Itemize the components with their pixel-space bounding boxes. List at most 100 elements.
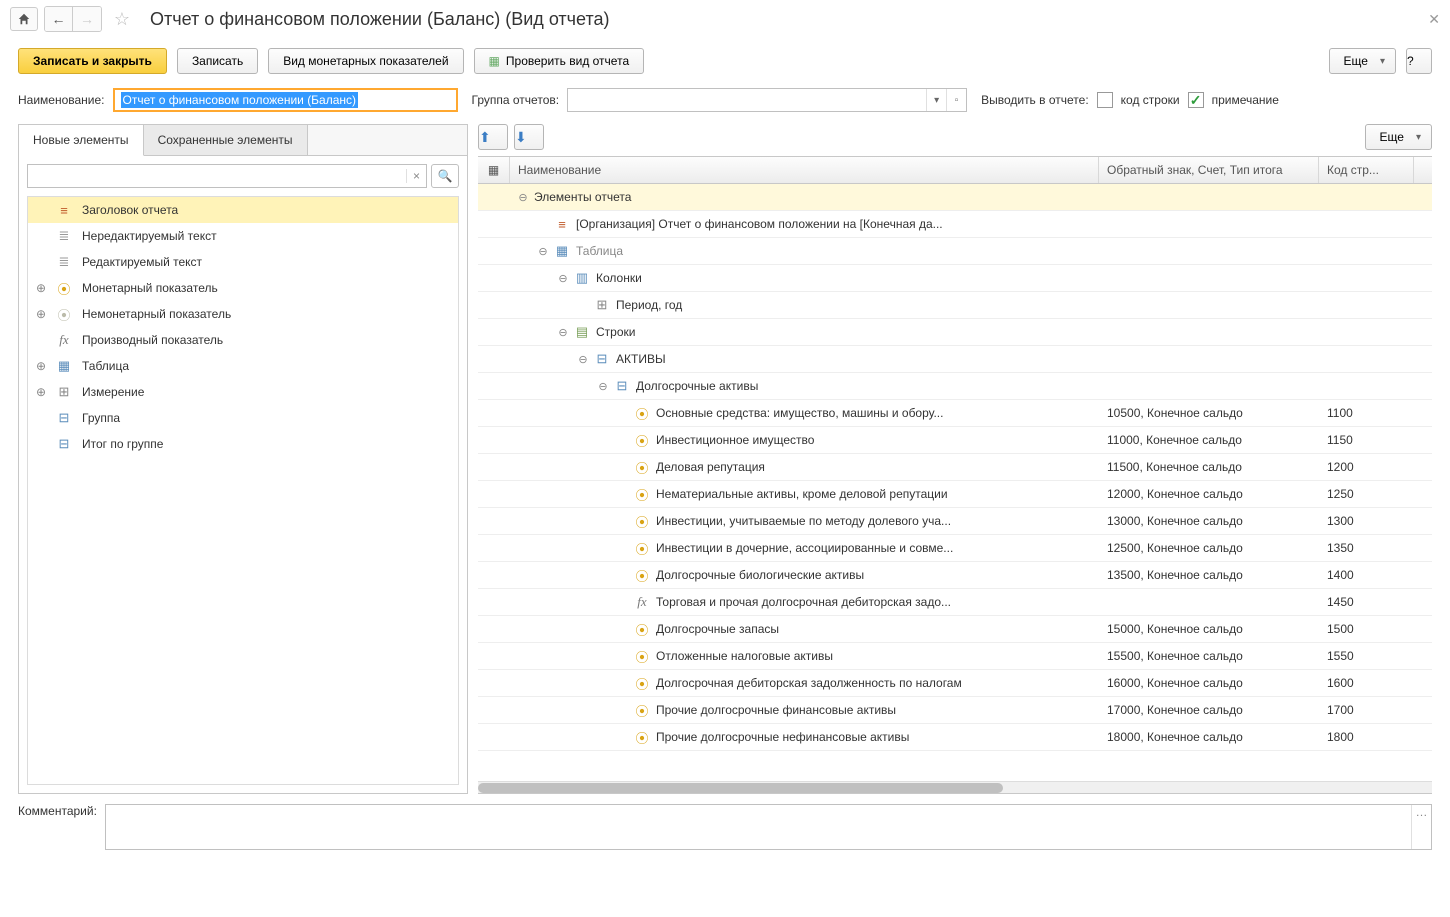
save-close-button[interactable]: Записать и закрыть bbox=[18, 48, 167, 74]
help-button[interactable]: ? bbox=[1406, 48, 1432, 74]
header-name[interactable]: Наименование bbox=[510, 157, 1099, 183]
move-down-button[interactable]: ⬇ bbox=[514, 124, 544, 150]
row-label: Долгосрочные биологические активы bbox=[656, 568, 864, 582]
row-code: 1300 bbox=[1319, 514, 1414, 528]
coins-icon: ⦿ bbox=[634, 432, 650, 448]
element-search-input[interactable]: × bbox=[27, 164, 427, 188]
header-code[interactable]: Код стр... bbox=[1319, 157, 1414, 183]
row-label: Элементы отчета bbox=[534, 190, 631, 204]
row-sign: 10500, Конечное сальдо bbox=[1099, 406, 1319, 420]
search-button[interactable]: 🔍 bbox=[431, 164, 459, 188]
row-code: 1600 bbox=[1319, 676, 1414, 690]
table-row[interactable]: ⦿Долгосрочные биологические активы13500,… bbox=[478, 562, 1432, 589]
coins-icon: ⦿ bbox=[634, 540, 650, 556]
name-label: Наименование: bbox=[18, 93, 105, 107]
table-row[interactable]: ⦿Прочие долгосрочные финансовые активы17… bbox=[478, 697, 1432, 724]
table-row[interactable]: ⦿Долгосрочные запасы15000, Конечное саль… bbox=[478, 616, 1432, 643]
grid-icon: ⊞ bbox=[594, 297, 610, 313]
dropdown-arrow-icon[interactable]: ▾ bbox=[926, 89, 946, 111]
table-row[interactable]: ⦿Инвестиции, учитываемые по методу долев… bbox=[478, 508, 1432, 535]
forward-button[interactable]: → bbox=[73, 7, 101, 31]
row-label: [Организация] Отчет о финансовом положен… bbox=[576, 217, 943, 231]
header-sign[interactable]: Обратный знак, Счет, Тип итога bbox=[1099, 157, 1319, 183]
table-row[interactable]: ⊟Долгосрочные активы bbox=[478, 373, 1432, 400]
table-row[interactable]: ⦿Деловая репутация11500, Конечное сальдо… bbox=[478, 454, 1432, 481]
table-row[interactable]: ⦿Основные средства: имущество, машины и … bbox=[478, 400, 1432, 427]
save-button[interactable]: Записать bbox=[177, 48, 258, 74]
table-row[interactable]: ⦿Отложенные налоговые активы15500, Конеч… bbox=[478, 643, 1432, 670]
note-checkbox[interactable] bbox=[1188, 92, 1204, 108]
table-row[interactable]: ⦿Прочие долгосрочные нефинансовые активы… bbox=[478, 724, 1432, 751]
header-config-icon[interactable]: ▦ bbox=[478, 157, 510, 183]
expand-icon[interactable] bbox=[538, 245, 548, 258]
more-button[interactable]: Еще bbox=[1329, 48, 1396, 74]
tab-new-elements[interactable]: Новые элементы bbox=[19, 125, 144, 156]
table-row[interactable]: ▤Строки bbox=[478, 319, 1432, 346]
table-row[interactable]: ⦿Нематериальные активы, кроме деловой ре… bbox=[478, 481, 1432, 508]
expand-icon[interactable]: ⊕ bbox=[36, 307, 46, 321]
expand-icon[interactable] bbox=[558, 326, 568, 339]
row-label: Период, год bbox=[616, 298, 682, 312]
element-item[interactable]: ⊕⊞Измерение bbox=[28, 379, 458, 405]
expand-icon[interactable] bbox=[578, 353, 588, 366]
favorite-button[interactable]: ☆ bbox=[108, 7, 136, 31]
line-code-checkbox[interactable] bbox=[1097, 92, 1113, 108]
group-label: Группа отчетов: bbox=[472, 93, 560, 107]
group-icon: ⊟ bbox=[614, 378, 630, 394]
table-row[interactable]: ⦿Инвестиционное имущество11000, Конечное… bbox=[478, 427, 1432, 454]
element-item[interactable]: ≡Заголовок отчета bbox=[28, 197, 458, 223]
search-clear-icon[interactable]: × bbox=[406, 169, 426, 183]
group-icon: ⊟ bbox=[56, 410, 72, 426]
table-row[interactable]: ⊞ Период, год bbox=[478, 292, 1432, 319]
row-sign: 17000, Конечное сальдо bbox=[1099, 703, 1319, 717]
row-sign: 11000, Конечное сальдо bbox=[1099, 433, 1319, 447]
row-code: 1500 bbox=[1319, 622, 1414, 636]
name-input[interactable]: Отчет о финансовом положении (Баланс) bbox=[113, 88, 458, 112]
row-code: 1100 bbox=[1319, 406, 1414, 420]
table-row[interactable]: ▦Таблица bbox=[478, 238, 1432, 265]
elements-panel: Новые элементы Сохраненные элементы × 🔍 … bbox=[18, 124, 468, 794]
element-item[interactable]: ⊕⦿Немонетарный показатель bbox=[28, 301, 458, 327]
comment-expand-button[interactable]: … bbox=[1411, 805, 1431, 849]
table-row[interactable]: ▥Колонки bbox=[478, 265, 1432, 292]
table-row[interactable]: ≡[Организация] Отчет о финансовом положе… bbox=[478, 211, 1432, 238]
expand-icon[interactable]: ⊕ bbox=[36, 281, 46, 295]
element-item[interactable]: ⊟Итог по группе bbox=[28, 431, 458, 457]
table-row[interactable]: ⦿Долгосрочная дебиторская задолженность … bbox=[478, 670, 1432, 697]
expand-icon[interactable] bbox=[598, 380, 608, 393]
dropdown-open-icon[interactable]: ▫ bbox=[946, 89, 966, 111]
table-row[interactable]: ⊟АКТИВЫ bbox=[478, 346, 1432, 373]
home-button[interactable] bbox=[10, 7, 38, 31]
expand-icon[interactable] bbox=[558, 272, 568, 285]
expand-icon[interactable]: ⊕ bbox=[36, 359, 46, 373]
move-up-button[interactable]: ⬆ bbox=[478, 124, 508, 150]
close-button[interactable]: ✕ bbox=[1428, 11, 1440, 28]
table-row[interactable]: ⦿ Инвестиции в дочерние, ассоциированные … bbox=[478, 535, 1432, 562]
element-item[interactable]: ⊕▦Таблица bbox=[28, 353, 458, 379]
coins-icon: ⦿ bbox=[634, 675, 650, 691]
row-sign: 13500, Конечное сальдо bbox=[1099, 568, 1319, 582]
element-item[interactable]: ≣Редактируемый текст bbox=[28, 249, 458, 275]
expand-icon[interactable]: ⊕ bbox=[36, 385, 46, 399]
element-label: Измерение bbox=[82, 385, 144, 399]
element-item[interactable]: ≣Нередактируемый текст bbox=[28, 223, 458, 249]
grid-more-button[interactable]: Еще bbox=[1365, 124, 1432, 150]
monetary-view-button[interactable]: Вид монетарных показателей bbox=[268, 48, 463, 74]
element-item[interactable]: ⊟Группа bbox=[28, 405, 458, 431]
row-label: Инвестиции в дочерние, ассоциированные и… bbox=[656, 541, 953, 555]
coins-icon: ⦿ bbox=[634, 729, 650, 745]
group-dropdown[interactable]: ▾ ▫ bbox=[567, 88, 967, 112]
table-row[interactable]: Элементы отчета bbox=[478, 184, 1432, 211]
back-button[interactable]: ← bbox=[45, 7, 73, 31]
horizontal-scrollbar[interactable] bbox=[478, 781, 1432, 793]
tab-saved-elements[interactable]: Сохраненные элементы bbox=[144, 125, 308, 156]
comment-input[interactable]: … bbox=[105, 804, 1432, 850]
element-label: Производный показатель bbox=[82, 333, 223, 347]
check-report-button[interactable]: ▦Проверить вид отчета bbox=[474, 48, 645, 74]
element-item[interactable]: fxПроизводный показатель bbox=[28, 327, 458, 353]
expand-icon[interactable] bbox=[518, 191, 528, 204]
element-item[interactable]: ⊕⦿Монетарный показатель bbox=[28, 275, 458, 301]
coins-icon: ⦿ bbox=[634, 702, 650, 718]
element-label: Заголовок отчета bbox=[82, 203, 178, 217]
table-row[interactable]: fxТорговая и прочая долгосрочная дебитор… bbox=[478, 589, 1432, 616]
